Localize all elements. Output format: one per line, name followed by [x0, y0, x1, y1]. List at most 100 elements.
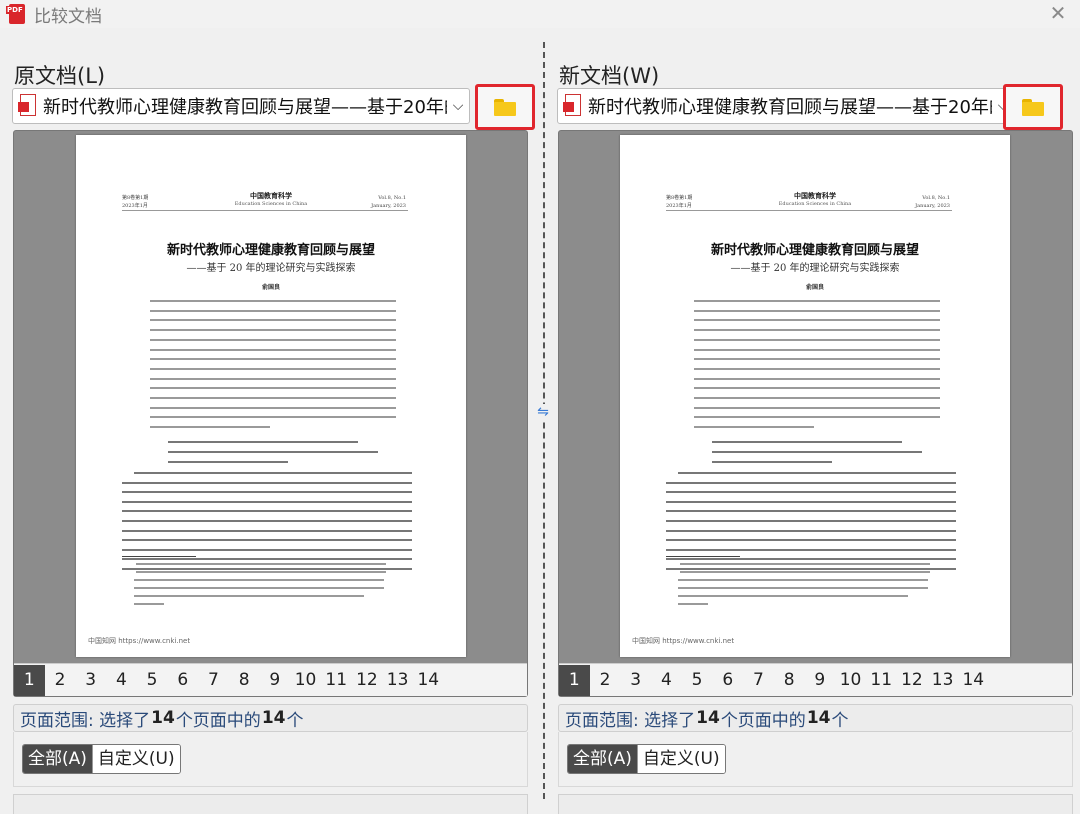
- page-number-button[interactable]: 4: [651, 665, 682, 696]
- page-number-button[interactable]: 12: [897, 665, 928, 696]
- page-number-button[interactable]: 1: [559, 664, 590, 696]
- text-line: [712, 451, 922, 453]
- page-number-button[interactable]: 9: [260, 665, 291, 696]
- left-page-selector: 1 2 3 4 5 6 7 8 9 10 11 12 13 14: [14, 663, 527, 696]
- text-line: [694, 319, 940, 322]
- text-line: [150, 397, 396, 399]
- text-line: [694, 397, 940, 399]
- page-number-button[interactable]: 8: [229, 665, 260, 696]
- document-subtitle: ——基于 20 年的理论研究与实践探索: [186, 263, 356, 274]
- page-number-button[interactable]: 10: [290, 665, 321, 696]
- text-line: [680, 571, 930, 573]
- text-line: [666, 529, 956, 532]
- left-range-toggle: 全部(A) 自定义(U): [22, 744, 181, 774]
- text-line: [694, 367, 940, 370]
- page-number-button[interactable]: 2: [590, 665, 621, 696]
- left-page-preview[interactable]: 第8卷第1期 2023年1月 中国教育科学 Education Sciences …: [13, 130, 528, 697]
- window-title: 比较文档: [34, 6, 102, 27]
- text-line: [122, 491, 412, 494]
- text-line: [168, 461, 288, 463]
- text-line: [150, 329, 396, 332]
- left-panel-title: 原文档(L): [14, 64, 106, 88]
- page-number-button[interactable]: 2: [45, 665, 76, 696]
- text-line: [694, 416, 940, 419]
- page-number-button[interactable]: 6: [712, 665, 743, 696]
- page-number-button[interactable]: 5: [682, 665, 713, 696]
- page-number-button[interactable]: 13: [927, 665, 958, 696]
- header-rule: [122, 210, 408, 211]
- left-all-pages-button[interactable]: 全部(A): [23, 745, 92, 773]
- journal-name-en: Education Sciences in China: [234, 201, 308, 207]
- page-number-button[interactable]: 7: [743, 665, 774, 696]
- text-line: [168, 441, 358, 443]
- page-number-button[interactable]: 10: [835, 665, 866, 696]
- left-open-folder-button[interactable]: [475, 84, 535, 130]
- document-title: 新时代教师心理健康教育回顾与展望: [166, 243, 375, 258]
- right-open-folder-button[interactable]: [1003, 84, 1063, 130]
- text-line: [150, 387, 396, 390]
- page-number-button[interactable]: 12: [352, 665, 383, 696]
- text-line: [150, 338, 396, 341]
- page-number-button[interactable]: 5: [137, 665, 168, 696]
- right-file-name: 新时代教师心理健康教育回顾与展望——基于20年的: [588, 97, 992, 118]
- page-number-button[interactable]: 14: [958, 665, 989, 696]
- text-line: [694, 406, 940, 409]
- page-number-button[interactable]: 14: [413, 665, 444, 696]
- right-all-pages-button[interactable]: 全部(A): [568, 745, 637, 773]
- right-custom-range-button[interactable]: 自定义(U): [636, 745, 725, 773]
- text-line: [666, 539, 956, 542]
- text-line: [150, 416, 396, 419]
- journal-name: 中国教育科学: [794, 191, 836, 200]
- left-page-range: 页面范围: 选择了 14 个页面中的 14 个: [13, 704, 528, 732]
- text-line: [694, 377, 940, 380]
- page-number-button[interactable]: 11: [321, 665, 352, 696]
- close-icon[interactable]: ✕: [1046, 2, 1070, 26]
- chevron-down-icon[interactable]: ⌵: [447, 98, 469, 114]
- left-range-options: 全部(A) 自定义(U): [13, 732, 528, 787]
- right-range-options: 全部(A) 自定义(U): [558, 732, 1073, 787]
- page-number-button[interactable]: 6: [167, 665, 198, 696]
- text-line: [122, 529, 412, 532]
- text-line: [666, 491, 956, 494]
- page-header-right: Vol.8, No.1 January, 2023: [915, 195, 950, 209]
- page-header-right: Vol.8, No.1 January, 2023: [371, 195, 406, 209]
- text-line: [666, 510, 956, 513]
- document-title: 新时代教师心理健康教育回顾与展望: [710, 243, 919, 258]
- page-number-button[interactable]: 9: [805, 665, 836, 696]
- pdf-app-icon: PDF: [6, 3, 28, 25]
- page-number-button[interactable]: 13: [382, 665, 413, 696]
- text-line: [122, 539, 412, 542]
- journal-name: 中国教育科学: [250, 191, 292, 200]
- right-page-preview[interactable]: 第8卷第1期 2023年1月 中国教育科学 Education Sciences …: [558, 130, 1073, 697]
- cnki-watermark: 中国知网 https://www.cnki.net: [88, 637, 191, 645]
- left-custom-range-button[interactable]: 自定义(U): [91, 745, 180, 773]
- text-line: [694, 387, 940, 390]
- text-line: [150, 319, 396, 322]
- page-number-button[interactable]: 7: [198, 665, 229, 696]
- page-number-button[interactable]: 1: [14, 664, 45, 696]
- left-file-select[interactable]: 新时代教师心理健康教育回顾与展望——基于20年的 ⌵: [12, 88, 470, 124]
- text-line: [694, 348, 940, 351]
- document-author: 俞国良: [805, 284, 824, 291]
- footnote-rule: [122, 556, 196, 557]
- text-line: [666, 500, 956, 503]
- page-number-button[interactable]: 11: [866, 665, 897, 696]
- text-line: [694, 426, 814, 429]
- page-number-button[interactable]: 4: [106, 665, 137, 696]
- text-line: [712, 441, 902, 443]
- pdf-file-icon: [563, 94, 583, 118]
- text-line: [122, 510, 412, 513]
- text-line: [122, 548, 412, 551]
- text-line: [122, 568, 412, 570]
- text-line: [666, 548, 956, 551]
- text-line: [134, 472, 412, 474]
- right-file-select[interactable]: 新时代教师心理健康教育回顾与展望——基于20年的 ⌵: [557, 88, 1015, 124]
- page-number-button[interactable]: 8: [774, 665, 805, 696]
- right-range-toggle: 全部(A) 自定义(U): [567, 744, 726, 774]
- page-number-button[interactable]: 3: [75, 665, 106, 696]
- text-line: [678, 472, 956, 474]
- title-bar: PDF 比较文档 ✕: [0, 0, 1080, 28]
- text-line: [150, 406, 396, 409]
- page-number-button[interactable]: 3: [620, 665, 651, 696]
- text-line: [666, 568, 956, 570]
